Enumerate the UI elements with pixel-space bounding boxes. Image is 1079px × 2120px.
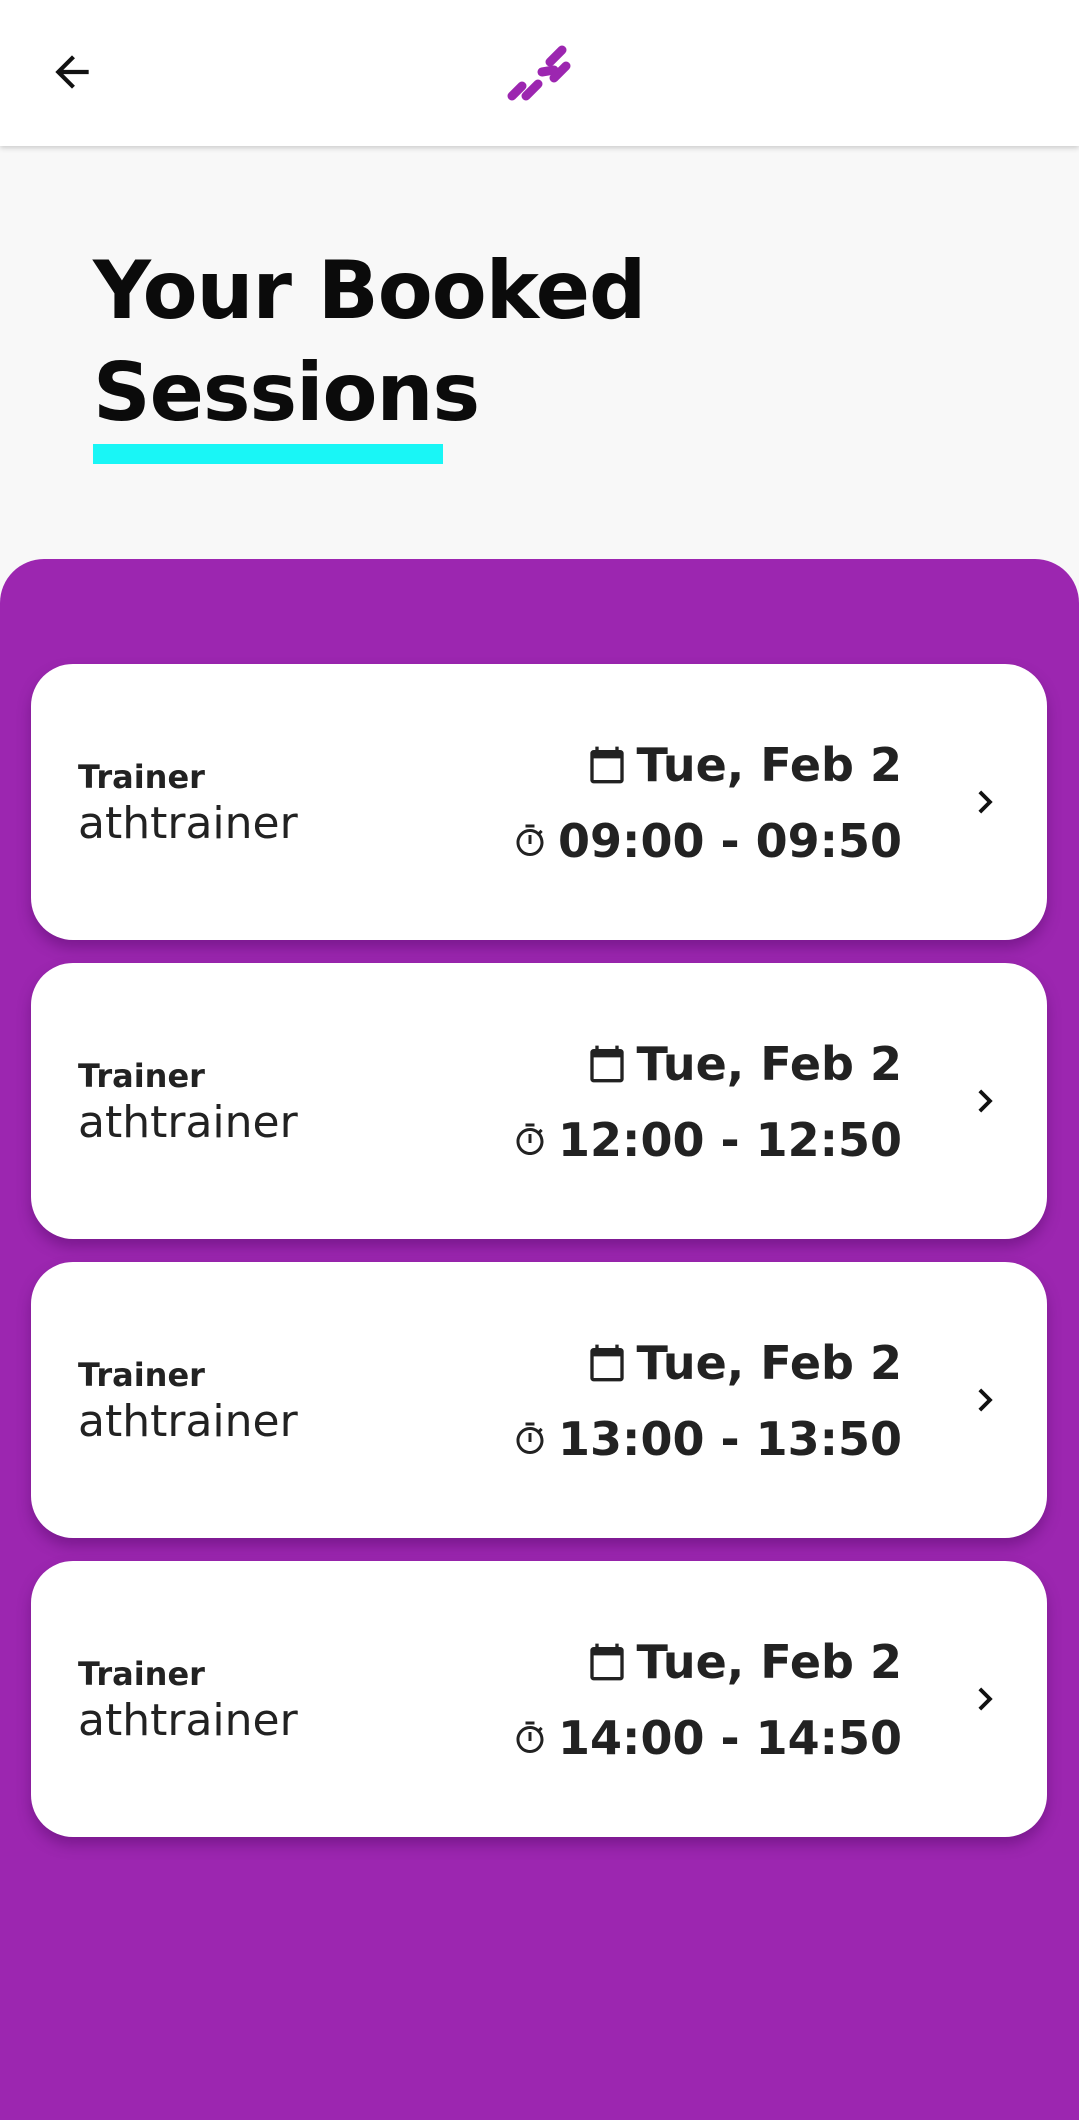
- calendar-icon: [587, 1642, 627, 1682]
- date-text: Tue, Feb 2: [636, 1037, 902, 1091]
- session-date: Tue, Feb 2: [587, 738, 902, 792]
- trainer-label: Trainer: [78, 758, 205, 796]
- time-text: 12:00 - 12:50: [558, 1113, 902, 1167]
- chevron-right-icon[interactable]: [955, 772, 1015, 832]
- calendar-icon: [587, 1343, 627, 1383]
- title-underline: [93, 444, 443, 464]
- session-card[interactable]: Trainer athtrainer Tue, Feb 2 13:00 - 13…: [31, 1262, 1047, 1538]
- timer-icon: [512, 1122, 548, 1158]
- timer-icon: [512, 823, 548, 859]
- session-date: Tue, Feb 2: [587, 1635, 902, 1689]
- trainer-name: athtrainer: [78, 1396, 298, 1447]
- back-button[interactable]: [32, 34, 112, 114]
- time-text: 14:00 - 14:50: [558, 1711, 902, 1765]
- date-text: Tue, Feb 2: [636, 1635, 902, 1689]
- trainer-name: athtrainer: [78, 1097, 298, 1148]
- session-date: Tue, Feb 2: [587, 1037, 902, 1091]
- session-card[interactable]: Trainer athtrainer Tue, Feb 2 14:00 - 14…: [31, 1561, 1047, 1837]
- time-text: 13:00 - 13:50: [558, 1412, 902, 1466]
- page-title: Your Booked Sessions: [93, 240, 793, 444]
- trainer-name: athtrainer: [78, 798, 298, 849]
- session-time: 12:00 - 12:50: [512, 1113, 902, 1167]
- app-bar: [0, 0, 1079, 146]
- arrow-left-icon: [47, 47, 97, 102]
- app-logo-icon: [500, 36, 580, 116]
- session-card[interactable]: Trainer athtrainer Tue, Feb 2 12:00 - 12…: [31, 963, 1047, 1239]
- session-time: 14:00 - 14:50: [512, 1711, 902, 1765]
- date-text: Tue, Feb 2: [636, 1336, 902, 1390]
- session-card[interactable]: Trainer athtrainer Tue, Feb 2 09:00 - 09…: [31, 664, 1047, 940]
- calendar-icon: [587, 1044, 627, 1084]
- sessions-panel: Trainer athtrainer Tue, Feb 2 09:00 - 09…: [0, 559, 1079, 2120]
- trainer-name: athtrainer: [78, 1695, 298, 1746]
- time-text: 09:00 - 09:50: [558, 814, 902, 868]
- timer-icon: [512, 1720, 548, 1756]
- trainer-label: Trainer: [78, 1356, 205, 1394]
- session-date: Tue, Feb 2: [587, 1336, 902, 1390]
- date-text: Tue, Feb 2: [636, 738, 902, 792]
- chevron-right-icon[interactable]: [955, 1669, 1015, 1729]
- trainer-label: Trainer: [78, 1057, 205, 1095]
- trainer-label: Trainer: [78, 1655, 205, 1693]
- chevron-right-icon[interactable]: [955, 1071, 1015, 1131]
- calendar-icon: [587, 745, 627, 785]
- chevron-right-icon[interactable]: [955, 1370, 1015, 1430]
- page-title-line1: Your Booked: [93, 244, 646, 337]
- session-time: 13:00 - 13:50: [512, 1412, 902, 1466]
- timer-icon: [512, 1421, 548, 1457]
- session-time: 09:00 - 09:50: [512, 814, 902, 868]
- page-title-line2: Sessions: [93, 346, 480, 439]
